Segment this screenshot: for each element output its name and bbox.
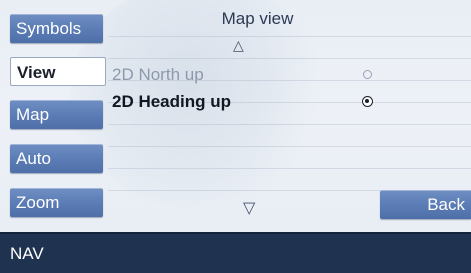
list-grid-lines xyxy=(108,36,471,192)
option-2d-north-up[interactable]: 2D North up xyxy=(112,65,204,85)
scroll-up-icon[interactable]: △ xyxy=(233,37,244,54)
status-bar-label: NAV xyxy=(10,244,44,263)
scroll-down-icon[interactable]: ▽ xyxy=(243,198,255,218)
symbols-button[interactable]: Symbols xyxy=(10,14,103,43)
back-button[interactable]: Back xyxy=(380,190,471,219)
status-bar: NAV xyxy=(0,232,471,273)
map-button[interactable]: Map xyxy=(10,100,103,129)
map-view-screen: Symbols View Map Auto Zoom Map view △ 2D… xyxy=(0,0,471,273)
option-2d-heading-up[interactable]: 2D Heading up xyxy=(112,92,231,112)
zoom-button[interactable]: Zoom xyxy=(10,188,103,217)
radio-2d-heading-up[interactable] xyxy=(362,96,373,107)
radio-2d-north-up[interactable] xyxy=(363,70,372,79)
page-title: Map view xyxy=(221,9,294,28)
auto-button[interactable]: Auto xyxy=(10,144,103,173)
view-button[interactable]: View xyxy=(10,57,106,86)
